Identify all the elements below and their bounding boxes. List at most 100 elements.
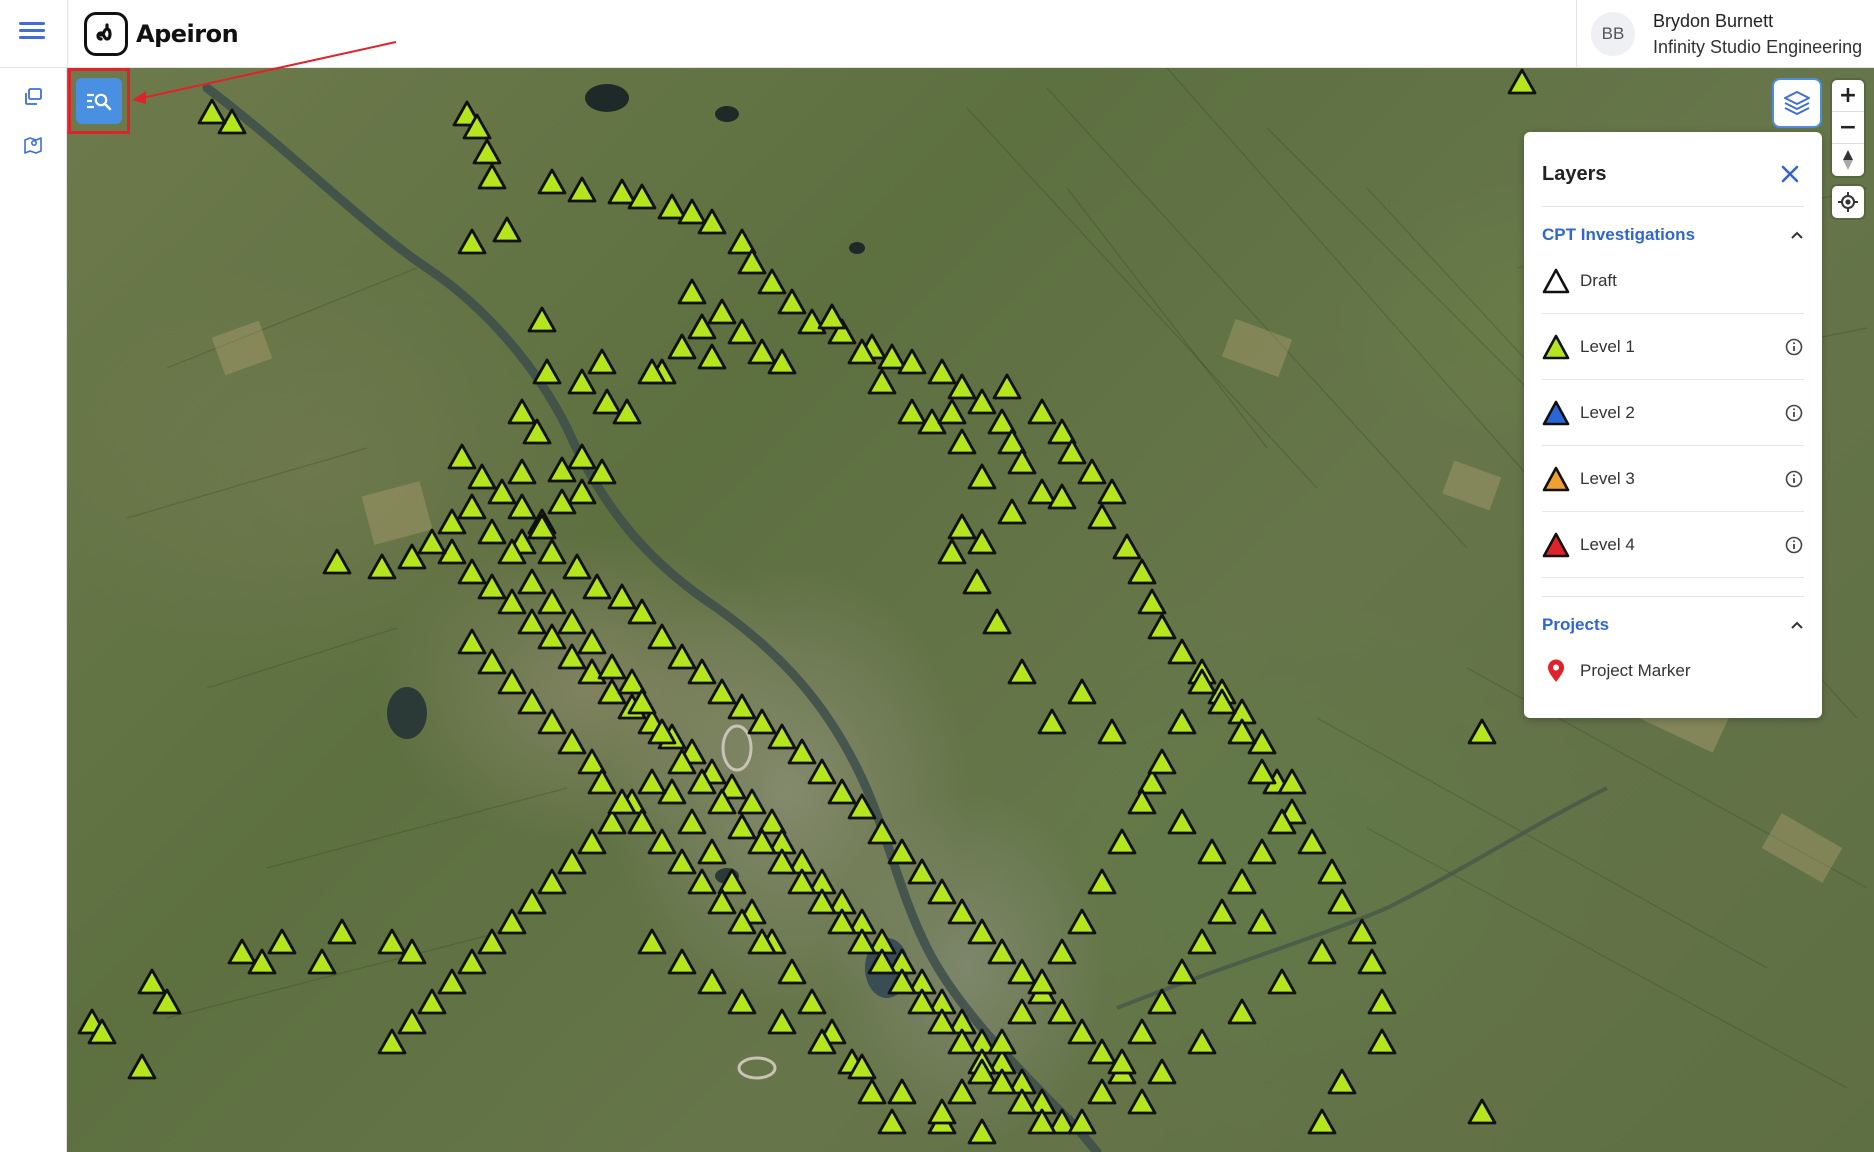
cpt-marker-level-1[interactable] [807,1028,837,1055]
cpt-marker-level-1[interactable] [1067,678,1097,705]
cpt-marker-level-1[interactable] [1327,1068,1357,1095]
cpt-marker-level-1[interactable] [947,513,977,540]
cpt-marker-level-1[interactable] [532,358,562,385]
cpt-marker-level-1[interactable] [937,398,967,425]
cpt-marker-level-1[interactable] [1087,503,1117,530]
cpt-marker-level-1[interactable] [1127,1088,1157,1115]
section-cpt-investigations[interactable]: CPT Investigations [1542,220,1804,250]
cpt-marker-level-1[interactable] [1247,908,1277,935]
cpt-marker-level-1[interactable] [1087,1078,1117,1105]
search-filter-icon[interactable] [76,78,122,124]
cpt-marker-level-1[interactable] [767,1008,797,1035]
avatar[interactable]: BB [1591,12,1635,56]
cpt-marker-level-1[interactable] [887,1078,917,1105]
cpt-marker-level-1[interactable] [817,303,847,330]
cpt-marker-level-1[interactable] [1167,708,1197,735]
cpt-marker-level-1[interactable] [1367,988,1397,1015]
cpt-marker-level-1[interactable] [457,228,487,255]
cpt-marker-level-1[interactable] [1107,1048,1137,1075]
cpt-marker-level-1[interactable] [1097,718,1127,745]
info-icon[interactable] [1784,469,1804,489]
cpt-marker-level-1[interactable] [1067,1108,1097,1135]
cpt-marker-level-1[interactable] [937,538,967,565]
cpt-marker-level-1[interactable] [1107,828,1137,855]
cpt-marker-level-1[interactable] [1067,908,1097,935]
cpt-marker-level-1[interactable] [1007,658,1037,685]
layer-item-draft[interactable]: Draft [1542,248,1804,314]
cpt-marker-level-1[interactable] [1147,748,1177,775]
cpt-marker-level-1[interactable] [637,928,667,955]
cpt-marker-level-1[interactable] [1147,1058,1177,1085]
cpt-marker-level-1[interactable] [1467,718,1497,745]
cpt-marker-level-1[interactable] [1187,1028,1217,1055]
cpt-marker-level-1[interactable] [1227,868,1257,895]
cpt-marker-level-1[interactable] [1197,838,1227,865]
cpt-marker-level-1[interactable] [1087,868,1117,895]
cpt-marker-level-1[interactable] [627,183,657,210]
cpt-marker-level-1[interactable] [1277,768,1307,795]
cpt-marker-level-1[interactable] [777,958,807,985]
cpt-marker-level-1[interactable] [947,428,977,455]
cpt-marker-level-1[interactable] [982,608,1012,635]
cpt-marker-level-1[interactable] [1037,708,1067,735]
cpt-marker-level-1[interactable] [1027,1108,1057,1135]
cpt-marker-level-1[interactable] [497,538,527,565]
cpt-marker-level-1[interactable] [1267,808,1297,835]
cpt-marker-level-1[interactable] [997,498,1027,525]
cpt-marker-level-1[interactable] [1227,718,1257,745]
cpt-marker-level-1[interactable] [767,348,797,375]
zoom-in-button[interactable]: + [1832,80,1864,112]
cpt-marker-level-1[interactable] [992,373,1022,400]
cpt-marker-level-1[interactable] [967,463,997,490]
cpt-marker-level-1[interactable] [1187,668,1217,695]
cpt-marker-level-1[interactable] [1167,958,1197,985]
cpt-marker-level-1[interactable] [367,553,397,580]
cpt-marker-level-1[interactable] [647,718,677,745]
cpt-marker-level-1[interactable] [697,343,727,370]
cpt-marker-level-1[interactable] [637,358,667,385]
cpt-marker-level-1[interactable] [727,988,757,1015]
cpt-marker-level-1[interactable] [1317,858,1347,885]
cpt-marker-level-1[interactable] [1027,968,1057,995]
info-icon[interactable] [1784,337,1804,357]
layer-item-project-marker[interactable]: Project Marker [1542,638,1804,704]
cpt-marker-level-1[interactable] [1307,1108,1337,1135]
layer-item-level-1[interactable]: Level 1 [1542,314,1804,380]
cpt-marker-level-1[interactable] [697,208,727,235]
cpt-marker-level-1[interactable] [577,628,607,655]
cpt-marker-level-1[interactable] [527,513,557,540]
zoom-out-button[interactable]: − [1832,112,1864,144]
map-pin-icon[interactable] [18,130,48,160]
cpt-marker-level-1[interactable] [1147,988,1177,1015]
section-projects[interactable]: Projects [1542,610,1804,640]
cpt-marker-level-1[interactable] [847,1053,877,1080]
cpt-marker-level-1[interactable] [967,1118,997,1145]
cpt-marker-level-1[interactable] [87,1018,117,1045]
cpt-marker-level-1[interactable] [627,598,657,625]
cpt-marker-level-1[interactable] [1357,948,1387,975]
cpt-marker-level-1[interactable] [1307,938,1337,965]
close-icon[interactable] [1776,160,1804,188]
cpt-marker-level-1[interactable] [1137,588,1167,615]
cpt-marker-level-1[interactable] [492,216,522,243]
compass-icon[interactable] [1832,144,1864,176]
layer-item-level-3[interactable]: Level 3 [1542,446,1804,512]
cpt-marker-level-1[interactable] [1247,838,1277,865]
cpt-marker-level-1[interactable] [1047,483,1077,510]
cpt-marker-level-1[interactable] [152,988,182,1015]
cpt-marker-level-1[interactable] [127,1053,157,1080]
cpt-marker-level-1[interactable] [747,928,777,955]
cpt-marker-level-1[interactable] [1147,613,1177,640]
cpt-marker-level-1[interactable] [697,838,727,865]
cpt-marker-level-1[interactable] [667,948,697,975]
info-icon[interactable] [1784,535,1804,555]
cpt-marker-level-1[interactable] [687,313,717,340]
locate-icon[interactable] [1832,186,1864,218]
cpt-marker-level-1[interactable] [1187,928,1217,955]
cpt-marker-level-1[interactable] [1167,808,1197,835]
cpt-marker-level-1[interactable] [867,368,897,395]
cpt-marker-level-1[interactable] [457,493,487,520]
cpt-marker-level-1[interactable] [962,568,992,595]
info-icon[interactable] [1784,403,1804,423]
cpt-marker-level-1[interactable] [462,113,492,140]
